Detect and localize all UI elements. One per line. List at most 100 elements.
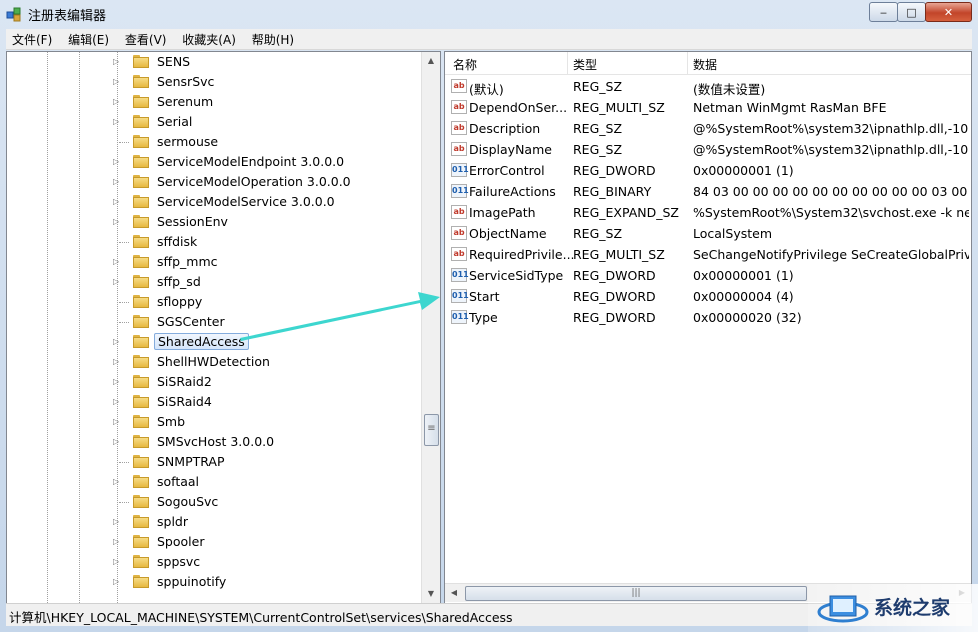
expand-arrow-icon[interactable]: ▷ [113, 477, 121, 487]
tree-item-label[interactable]: SNMPTRAP [154, 454, 228, 469]
value-row[interactable]: 011 Start REG_DWORD 0x00000004 (4) [445, 286, 971, 307]
expand-arrow-icon[interactable]: ▷ [113, 77, 121, 87]
scroll-thumb[interactable]: ≡ [424, 414, 439, 446]
tree-item-label[interactable]: Spooler [154, 534, 207, 549]
tree-item[interactable]: ▷ sppsvc [113, 552, 413, 572]
column-data-header[interactable]: 数据 [693, 56, 717, 73]
tree-item[interactable]: ▷ SessionEnv [113, 212, 413, 232]
expand-arrow-icon[interactable]: ▷ [113, 117, 121, 127]
tree-item[interactable]: ▷ SiSRaid2 [113, 372, 413, 392]
tree-item[interactable]: ▷ spldr [113, 512, 413, 532]
maximize-button[interactable]: □ [897, 2, 926, 22]
menu-view[interactable]: 查看(V) [119, 29, 173, 48]
expand-arrow-icon[interactable]: ▷ [113, 377, 121, 387]
tree-item[interactable]: ▷ SENS [113, 52, 413, 72]
value-row[interactable]: 011 FailureActions REG_BINARY 84 03 00 00 0… [445, 181, 971, 202]
close-button[interactable]: ✕ [925, 2, 972, 22]
expand-arrow-icon[interactable]: ▷ [113, 57, 121, 67]
tree-item[interactable]: ▷ ServiceModelEndpoint 3.0.0.0 [113, 152, 413, 172]
tree-item-label[interactable]: spldr [154, 514, 191, 529]
tree-item[interactable]: ▷ Spooler [113, 532, 413, 552]
tree-item[interactable]: ▷ SensrSvc [113, 72, 413, 92]
value-row[interactable]: 011 ErrorControl REG_DWORD 0x00000001 (1) [445, 160, 971, 181]
tree-item-label[interactable]: SharedAccess [154, 333, 249, 350]
tree-item-label[interactable]: ServiceModelEndpoint 3.0.0.0 [154, 154, 347, 169]
tree-item-label[interactable]: sffdisk [154, 234, 200, 249]
tree-item-label[interactable]: softaal [154, 474, 202, 489]
expand-arrow-icon[interactable]: ▷ [113, 257, 121, 267]
value-row[interactable]: ab RequiredPrivile... REG_MULTI_SZ SeChange… [445, 244, 971, 265]
expand-arrow-icon[interactable]: ▷ [113, 277, 121, 287]
tree-item-label[interactable]: sppuinotify [154, 574, 229, 589]
tree-item[interactable]: SogouSvc [113, 492, 413, 512]
h-scroll-thumb[interactable]: ||| [465, 586, 807, 601]
expand-arrow-icon[interactable]: ▷ [113, 337, 121, 347]
tree-item-label[interactable]: sermouse [154, 134, 221, 149]
scroll-up-arrow-icon[interactable]: ▲ [422, 52, 440, 69]
value-row[interactable]: 011 Type REG_DWORD 0x00000020 (32) [445, 307, 971, 328]
column-name-header[interactable]: 名称 [453, 56, 477, 73]
menu-file[interactable]: 文件(F) [6, 29, 58, 48]
value-row[interactable]: 011 ServiceSidType REG_DWORD 0x00000001 (1) [445, 265, 971, 286]
tree-item[interactable]: SNMPTRAP [113, 452, 413, 472]
expand-arrow-icon[interactable]: ▷ [113, 397, 121, 407]
tree-item[interactable]: ▷ ShellHWDetection [113, 352, 413, 372]
tree-item[interactable]: ▷ SMSvcHost 3.0.0.0 [113, 432, 413, 452]
value-row[interactable]: ab (默认) REG_SZ (数值未设置) [445, 76, 971, 97]
tree-item-label[interactable]: ServiceModelService 3.0.0.0 [154, 194, 338, 209]
tree-item-label[interactable]: sffp_sd [154, 274, 204, 289]
tree-item[interactable]: ▷ Serial [113, 112, 413, 132]
scroll-down-arrow-icon[interactable]: ▼ [422, 585, 440, 602]
tree-item-label[interactable]: Serenum [154, 94, 216, 109]
tree-vertical-scrollbar[interactable]: ▲ ≡ ▼ [421, 52, 440, 603]
menu-edit[interactable]: 编辑(E) [62, 29, 115, 48]
tree-item-label[interactable]: SiSRaid2 [154, 374, 215, 389]
tree-item-label[interactable]: ServiceModelOperation 3.0.0.0 [154, 174, 354, 189]
expand-arrow-icon[interactable]: ▷ [113, 437, 121, 447]
tree-item-label[interactable]: sffp_mmc [154, 254, 221, 269]
expand-arrow-icon[interactable]: ▷ [113, 357, 121, 367]
tree-item-label[interactable]: sfloppy [154, 294, 205, 309]
tree-item[interactable]: ▷ softaal [113, 472, 413, 492]
column-separator[interactable] [687, 52, 688, 74]
tree-item-label[interactable]: SensrSvc [154, 74, 217, 89]
expand-arrow-icon[interactable]: ▷ [113, 177, 121, 187]
minimize-button[interactable]: ‒ [869, 2, 898, 22]
menu-help[interactable]: 帮助(H) [246, 29, 300, 48]
scroll-left-arrow-icon[interactable]: ◀ [445, 584, 463, 602]
tree-item-label[interactable]: ShellHWDetection [154, 354, 273, 369]
tree-item[interactable]: sffdisk [113, 232, 413, 252]
value-row[interactable]: ab ImagePath REG_EXPAND_SZ %SystemRoot%\Sys… [445, 202, 971, 223]
expand-arrow-icon[interactable]: ▷ [113, 97, 121, 107]
expand-arrow-icon[interactable]: ▷ [113, 197, 121, 207]
tree-item-label[interactable]: SENS [154, 54, 193, 69]
tree-item[interactable]: ▷ sffp_mmc [113, 252, 413, 272]
tree-item[interactable]: ▷ sppuinotify [113, 572, 413, 592]
tree-item[interactable]: sermouse [113, 132, 413, 152]
column-type-header[interactable]: 类型 [573, 56, 597, 73]
tree-item[interactable]: SGSCenter [113, 312, 413, 332]
menu-favorites[interactable]: 收藏夹(A) [176, 29, 242, 48]
value-row[interactable]: ab Description REG_SZ @%SystemRoot%\system3… [445, 118, 971, 139]
tree-item-label[interactable]: Serial [154, 114, 195, 129]
tree-item[interactable]: ▷ Serenum [113, 92, 413, 112]
expand-arrow-icon[interactable]: ▷ [113, 417, 121, 427]
title-bar[interactable]: 注册表编辑器 ‒ □ ✕ [0, 0, 978, 28]
tree-item-label[interactable]: SMSvcHost 3.0.0.0 [154, 434, 277, 449]
expand-arrow-icon[interactable]: ▷ [113, 157, 121, 167]
expand-arrow-icon[interactable]: ▷ [113, 537, 121, 547]
tree-item[interactable]: ▷ ServiceModelService 3.0.0.0 [113, 192, 413, 212]
value-row[interactable]: ab DisplayName REG_SZ @%SystemRoot%\system3… [445, 139, 971, 160]
tree-item[interactable]: ▷ sffp_sd [113, 272, 413, 292]
tree-item[interactable]: ▷ SharedAccess [113, 332, 413, 352]
expand-arrow-icon[interactable]: ▷ [113, 217, 121, 227]
tree-item[interactable]: ▷ ServiceModelOperation 3.0.0.0 [113, 172, 413, 192]
tree-item-label[interactable]: Smb [154, 414, 188, 429]
value-row[interactable]: ab DependOnSer... REG_MULTI_SZ Netman WinMg… [445, 97, 971, 118]
expand-arrow-icon[interactable]: ▷ [113, 577, 121, 587]
tree-item[interactable]: ▷ SiSRaid4 [113, 392, 413, 412]
expand-arrow-icon[interactable]: ▷ [113, 557, 121, 567]
tree-item-label[interactable]: SGSCenter [154, 314, 228, 329]
expand-arrow-icon[interactable]: ▷ [113, 517, 121, 527]
tree-item-label[interactable]: SogouSvc [154, 494, 221, 509]
